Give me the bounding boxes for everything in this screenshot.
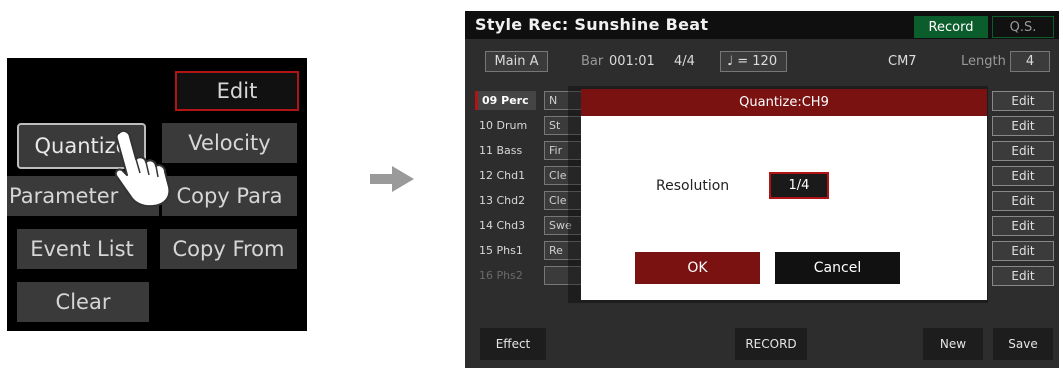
cancel-button[interactable]: Cancel	[775, 252, 900, 284]
length-label: Length	[961, 54, 1006, 69]
track-edit-button[interactable]: Edit	[992, 141, 1054, 161]
dialog-title: Quantize:CH9	[581, 89, 987, 116]
keyboard-screen: Style Rec: Sunshine Beat Record Q.S. Mai…	[465, 11, 1059, 368]
right-arrow-icon	[370, 166, 414, 192]
track-name[interactable]: 10 Drum	[475, 116, 536, 135]
track-edit-button[interactable]: Edit	[992, 166, 1054, 186]
bar-value: 001:01	[609, 54, 655, 69]
length-value[interactable]: 4	[1010, 51, 1050, 72]
chord-display: CM7	[888, 54, 917, 69]
tab-record[interactable]: Record	[914, 16, 988, 38]
event-list-button[interactable]: Event List	[17, 229, 147, 269]
track-edit-button[interactable]: Edit	[992, 216, 1054, 236]
save-button[interactable]: Save	[993, 328, 1053, 360]
track-name[interactable]: 16 Phs2	[475, 266, 536, 285]
pointing-hand-icon	[114, 129, 171, 207]
title-bar: Style Rec: Sunshine Beat Record Q.S.	[465, 11, 1059, 39]
track-edit-button[interactable]: Edit	[992, 116, 1054, 136]
ok-button[interactable]: OK	[635, 252, 760, 284]
copy-from-button[interactable]: Copy From	[160, 229, 297, 269]
resolution-selector[interactable]: 1/4	[769, 172, 829, 199]
edit-button[interactable]: Edit	[175, 71, 299, 111]
bottom-bar: Effect RECORD New Save	[465, 324, 1059, 368]
effect-button[interactable]: Effect	[480, 328, 546, 360]
time-signature: 4/4	[674, 54, 695, 69]
resolution-label: Resolution	[656, 178, 730, 194]
track-edit-button[interactable]: Edit	[992, 191, 1054, 211]
track-edit-button[interactable]: Edit	[992, 266, 1054, 286]
record-button[interactable]: RECORD	[735, 328, 807, 360]
track-name[interactable]: 09 Perc	[475, 91, 536, 110]
track-name[interactable]: 14 Chd3	[475, 216, 536, 235]
tempo-field[interactable]: ♩ = 120	[720, 51, 787, 72]
bar-label: Bar	[581, 54, 604, 69]
velocity-button[interactable]: Velocity	[162, 123, 297, 163]
track-name[interactable]: 15 Phs1	[475, 241, 536, 260]
tab-qs[interactable]: Q.S.	[992, 16, 1054, 38]
clear-button[interactable]: Clear	[17, 282, 149, 322]
quantize-dialog: Quantize:CH9 Resolution 1/4 OK Cancel	[581, 89, 987, 300]
track-name[interactable]: 11 Bass	[475, 141, 536, 160]
screen-title: Style Rec: Sunshine Beat	[475, 15, 709, 34]
new-button[interactable]: New	[923, 328, 983, 360]
section-selector[interactable]: Main A	[485, 51, 548, 72]
copy-para-button[interactable]: Copy Para	[162, 176, 297, 216]
info-bar: Main A Bar 001:01 4/4 ♩ = 120 CM7 Length…	[465, 47, 1059, 75]
track-name[interactable]: 12 Chd1	[475, 166, 536, 185]
track-name[interactable]: 13 Chd2	[475, 191, 536, 210]
track-edit-button[interactable]: Edit	[992, 91, 1054, 111]
track-edit-button[interactable]: Edit	[992, 241, 1054, 261]
menu-zoom-panel: Edit Quantize Velocity Parameter Copy Pa…	[7, 58, 307, 331]
